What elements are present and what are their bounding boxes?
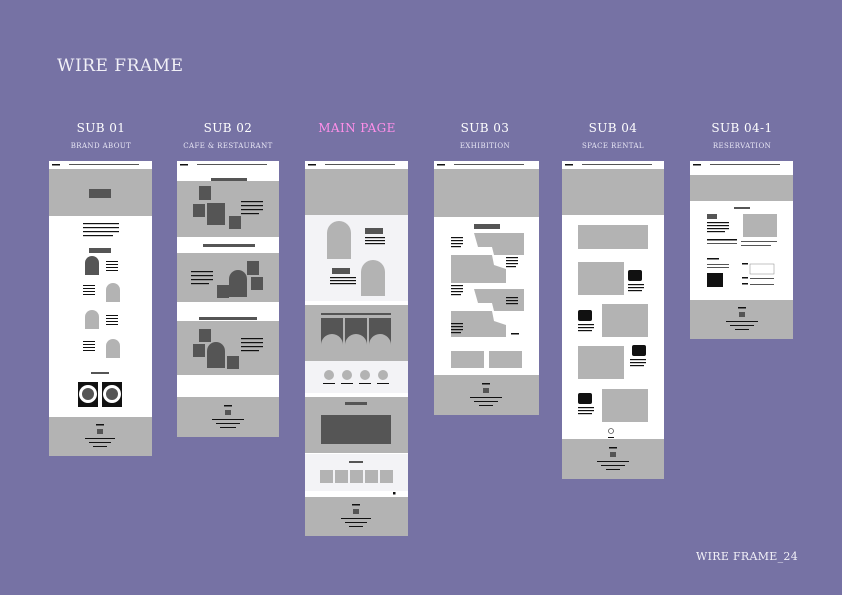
wireframe-sub01: [49, 161, 152, 456]
column-header-sub04: SUB 04 SPACE RENTAL: [548, 121, 678, 150]
wireframe-sub03: [434, 161, 539, 415]
column-header-sub03: SUB 03 EXHIBITION: [420, 121, 550, 150]
wireframe-sub04-1: [690, 161, 793, 339]
column-subtitle: EXHIBITION: [459, 142, 511, 150]
wireframe-sub02: [177, 161, 279, 437]
footer-label: WIRE FRAME_24: [696, 550, 799, 563]
column-title: SUB 04: [588, 121, 638, 135]
column-header-main: MAIN PAGE: [292, 121, 422, 135]
column-subtitle: SPACE RENTAL: [582, 142, 644, 150]
column-title: SUB 03: [460, 121, 510, 135]
wireframe-main-page: [305, 161, 408, 536]
column-header-sub04-1: SUB 04-1 RESERVATION: [677, 121, 807, 150]
column-title: SUB 02: [203, 121, 253, 135]
column-header-sub01: SUB 01 BRAND ABOUT: [36, 121, 166, 150]
column-title-main: MAIN PAGE: [318, 121, 396, 135]
column-title: SUB 04-1: [711, 121, 773, 135]
column-subtitle: CAFE & RESTAURANT: [183, 142, 273, 150]
wireframe-sub04: [562, 161, 664, 479]
column-title: SUB 01: [76, 121, 126, 135]
page-title: WIRE FRAME: [57, 56, 184, 76]
column-header-sub02: SUB 02 CAFE & RESTAURANT: [163, 121, 293, 150]
column-subtitle: RESERVATION: [712, 142, 772, 150]
column-subtitle: BRAND ABOUT: [70, 142, 132, 150]
